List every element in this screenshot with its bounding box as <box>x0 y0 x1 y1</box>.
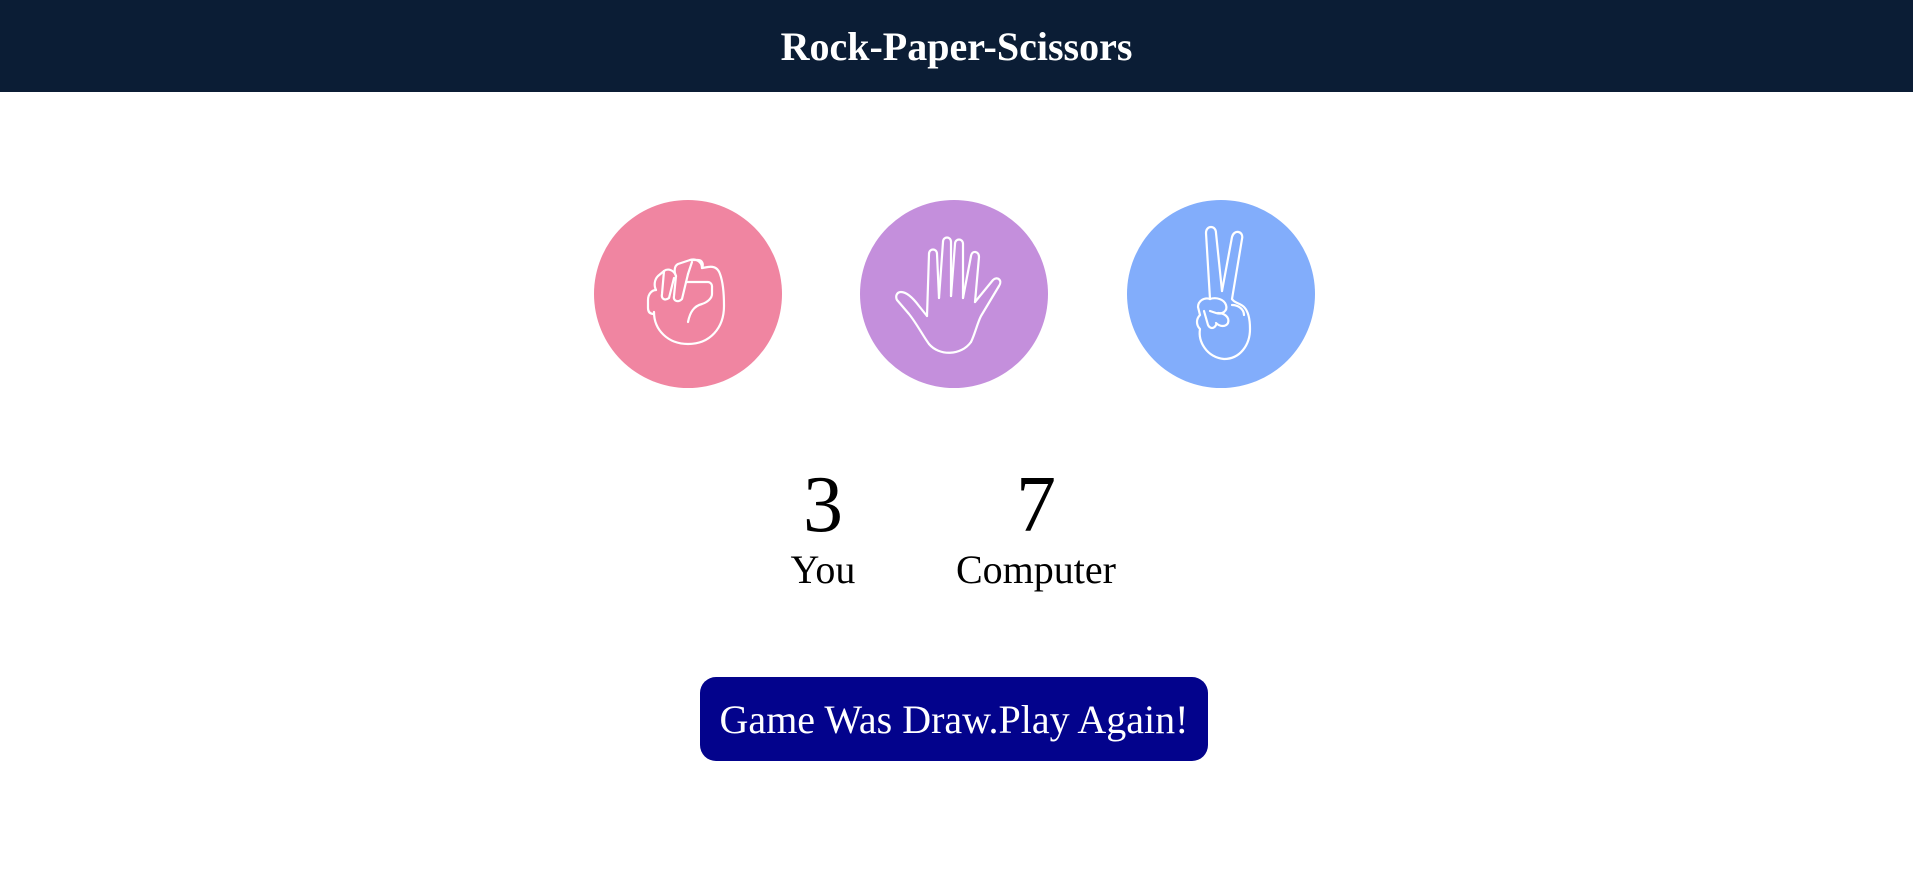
player-score-value: 3 <box>803 461 843 549</box>
computer-score-value: 7 <box>1016 461 1056 549</box>
play-again-button[interactable]: Game Was Draw.Play Again! <box>700 677 1208 761</box>
header-bar: Rock-Paper-Scissors <box>0 0 1913 92</box>
fist-icon <box>628 234 748 354</box>
peace-hand-icon <box>1166 219 1276 369</box>
page-title: Rock-Paper-Scissors <box>780 23 1133 69</box>
paper-choice-button[interactable] <box>860 200 1048 388</box>
computer-score-label: Computer <box>956 547 1116 592</box>
choices-row <box>594 200 1315 390</box>
open-hand-icon <box>889 224 1019 364</box>
player-score-label: You <box>790 547 856 592</box>
scissors-choice-button[interactable] <box>1127 200 1315 388</box>
rock-choice-button[interactable] <box>594 200 782 388</box>
computer-score: 7 Computer <box>946 462 1126 592</box>
player-score: 3 You <box>780 462 866 592</box>
